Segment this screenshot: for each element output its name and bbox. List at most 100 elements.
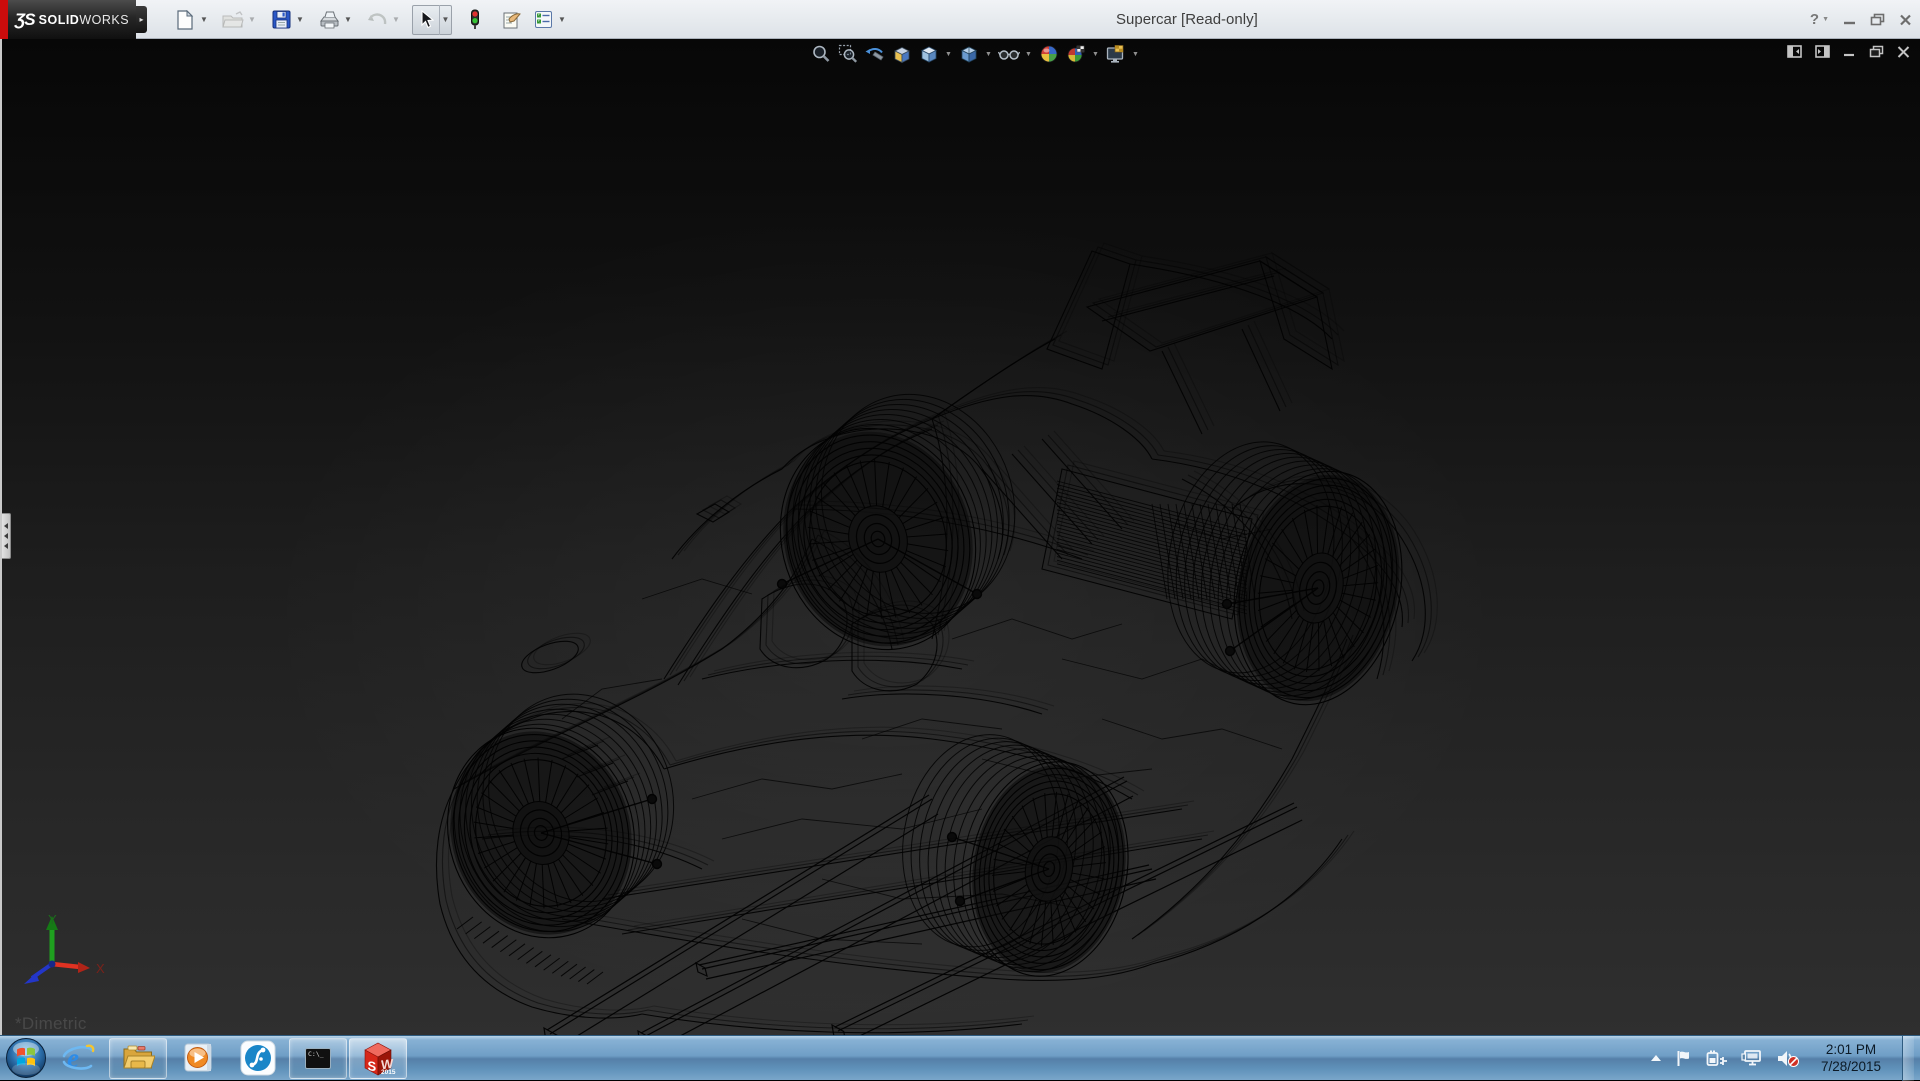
undo-icon — [367, 11, 387, 29]
collapse-arrow-icon — [4, 543, 8, 549]
taskbar-media-player[interactable] — [169, 1038, 227, 1079]
stoplight-icon — [470, 9, 480, 30]
select-tool-button[interactable] — [413, 6, 439, 34]
appearance-ball-icon — [1039, 44, 1059, 64]
document-window-controls — [1787, 45, 1910, 58]
paint-swatch — [1115, 46, 1123, 53]
command-prompt-icon: C:\_ — [305, 1048, 331, 1069]
minimize-button[interactable] — [1843, 14, 1856, 26]
minimize-icon — [1843, 14, 1856, 26]
triad-y-axis: Y — [46, 912, 58, 964]
eyeglasses-icon — [998, 44, 1020, 64]
save-dropdown[interactable]: ▼ — [294, 6, 306, 34]
doc-minimize-button[interactable] — [1843, 46, 1856, 58]
apply-scene-dropdown[interactable]: ▼ — [1090, 42, 1101, 66]
feature-tree-collapsed-tab[interactable] — [2, 513, 11, 559]
svg-text:S: S — [368, 1058, 377, 1074]
menu-flyout-arrow[interactable]: ▸ — [136, 6, 147, 33]
taskbar-clock[interactable]: 2:01 PM 7/28/2015 — [1813, 1041, 1889, 1075]
select-tool-dropdown[interactable]: ▼ — [439, 5, 451, 35]
help-button[interactable]: ?▼ — [1810, 11, 1829, 28]
open-button[interactable] — [220, 6, 246, 34]
clock-time: 2:01 PM — [1821, 1041, 1881, 1058]
view-orientation-button[interactable] — [916, 42, 941, 66]
save-button[interactable] — [268, 6, 294, 34]
taskbar-solidworks-2015[interactable]: S W 2015 — [349, 1038, 407, 1079]
internet-explorer-icon: e — [61, 1042, 95, 1074]
left-pane-icon — [1787, 45, 1802, 58]
chassis-rails — [544, 777, 1302, 1035]
file-explorer-icon — [121, 1043, 155, 1073]
show-hidden-icons-button[interactable] — [1650, 1053, 1662, 1063]
view-orientation-dropdown[interactable]: ▼ — [943, 42, 954, 66]
power-battery-button[interactable] — [1706, 1049, 1728, 1067]
save-floppy-icon — [272, 10, 291, 29]
collapse-arrow-icon — [4, 523, 8, 529]
new-document-button[interactable] — [172, 6, 198, 34]
doc-close-button[interactable] — [1897, 46, 1910, 58]
svg-text:2015: 2015 — [381, 1069, 396, 1076]
options-dropdown[interactable]: ▼ — [556, 6, 568, 34]
collapse-arrow-icon — [4, 533, 8, 539]
solidworks-wordmark: SOLIDWORKS — [39, 13, 129, 27]
open-folder-icon — [222, 11, 244, 29]
file-properties-button[interactable] — [498, 6, 524, 34]
taskbar-internet-explorer[interactable]: e — [49, 1038, 107, 1079]
undo-dropdown[interactable]: ▼ — [390, 6, 402, 34]
windows-start-icon — [5, 1037, 47, 1079]
display-style-button[interactable] — [956, 42, 981, 66]
options-button[interactable] — [530, 6, 556, 34]
display-style-dropdown[interactable]: ▼ — [983, 42, 994, 66]
taskbar-spline-app[interactable] — [229, 1038, 287, 1079]
options-icon — [534, 10, 553, 29]
supercar-wireframe-model[interactable] — [2, 39, 1920, 1035]
doc-restore-button[interactable] — [1869, 45, 1884, 58]
graphics-viewport[interactable]: ▼ ▼ ▼ — [0, 39, 1920, 1035]
wheel-wireframe — [1144, 426, 1426, 720]
window-controls: ?▼ — [1810, 0, 1912, 39]
restore-button[interactable] — [1870, 13, 1885, 26]
hide-show-items-dropdown[interactable]: ▼ — [1023, 42, 1034, 66]
network-button[interactable] — [1741, 1049, 1763, 1067]
taskbar-file-explorer[interactable] — [109, 1038, 167, 1079]
network-icon — [1741, 1049, 1763, 1067]
view-settings-button[interactable] — [1103, 42, 1128, 66]
toggle-left-pane-button[interactable] — [1787, 45, 1802, 58]
open-dropdown[interactable]: ▼ — [246, 6, 258, 34]
previous-view-button[interactable] — [862, 42, 887, 66]
close-icon — [1899, 14, 1912, 26]
section-view-button[interactable] — [889, 42, 914, 66]
taskbar-command-prompt[interactable]: C:\_ — [289, 1038, 347, 1079]
window-title: Supercar [Read-only] — [1116, 0, 1258, 39]
start-button[interactable] — [4, 1036, 48, 1080]
stoplight-button[interactable] — [462, 6, 488, 34]
hide-show-items-button[interactable] — [996, 42, 1021, 66]
clock-date: 7/28/2015 — [1821, 1058, 1881, 1075]
triad-x-axis: X — [52, 961, 105, 976]
help-dropdown[interactable]: ▼ — [1822, 16, 1829, 23]
apply-scene-button[interactable] — [1063, 42, 1088, 66]
zoom-to-area-button[interactable] — [835, 42, 860, 66]
edit-appearance-button[interactable] — [1036, 42, 1061, 66]
restore-icon — [1870, 13, 1885, 26]
accent-stripe — [0, 0, 8, 39]
display-style-icon — [959, 44, 979, 64]
doc-restore-icon — [1869, 45, 1884, 58]
new-document-dropdown[interactable]: ▼ — [198, 6, 210, 34]
action-center-button[interactable] — [1675, 1049, 1693, 1067]
toggle-right-pane-button[interactable] — [1815, 45, 1830, 58]
previous-view-icon — [864, 44, 885, 64]
print-button[interactable] — [316, 6, 342, 34]
solidworks-2015-icon: S W 2015 — [360, 1040, 396, 1076]
show-desktop-button[interactable] — [1902, 1036, 1914, 1081]
close-button[interactable] — [1899, 14, 1912, 26]
file-properties-icon — [501, 10, 522, 30]
battery-plug-icon — [1706, 1049, 1728, 1067]
undo-button[interactable] — [364, 6, 390, 34]
volume-muted-button[interactable] — [1776, 1049, 1800, 1068]
view-settings-dropdown[interactable]: ▼ — [1130, 42, 1141, 66]
view-orientation-icon — [919, 44, 939, 64]
zoom-to-fit-button[interactable] — [808, 42, 833, 66]
reference-triad[interactable]: X Y — [10, 912, 120, 1007]
print-dropdown[interactable]: ▼ — [342, 6, 354, 34]
